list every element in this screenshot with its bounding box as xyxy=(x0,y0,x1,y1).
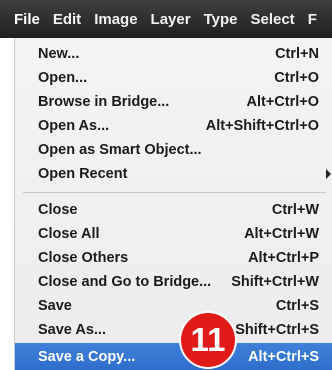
menu-item-open-as[interactable]: Open As... Alt+Shift+Ctrl+O xyxy=(15,114,332,138)
menu-file[interactable]: File xyxy=(14,11,40,28)
step-number-badge: 11 xyxy=(181,313,235,367)
menu-edit[interactable]: Edit xyxy=(53,11,81,28)
menu-item-label: Open as Smart Object... xyxy=(38,142,202,158)
menu-item-label: New... xyxy=(38,46,80,62)
menu-item-save[interactable]: Save Ctrl+S xyxy=(15,294,332,318)
menu-item-shortcut: Ctrl+O xyxy=(274,70,319,86)
menu-item-open-as-smart-object[interactable]: Open as Smart Object... xyxy=(15,138,332,162)
menu-item-save-a-copy[interactable]: Save a Copy... Alt+Ctrl+S xyxy=(15,343,332,370)
menu-bar: File Edit Image Layer Type Select F xyxy=(0,0,332,38)
menu-item-shortcut: Alt+Ctrl+W xyxy=(244,226,319,242)
menu-item-open[interactable]: Open... Ctrl+O xyxy=(15,66,332,90)
menu-item-label: Close and Go to Bridge... xyxy=(38,274,212,290)
menu-item-label: Close xyxy=(38,202,78,218)
menu-layer[interactable]: Layer xyxy=(151,11,191,28)
menu-item-new[interactable]: New... Ctrl+N xyxy=(15,42,332,66)
menu-separator xyxy=(23,192,326,193)
menu-item-save-as[interactable]: Save As... Shift+Ctrl+S xyxy=(15,318,332,342)
menu-item-shortcut: Shift+Ctrl+S xyxy=(235,322,319,338)
submenu-arrow-icon xyxy=(326,169,331,179)
menu-item-shortcut: Alt+Ctrl+O xyxy=(246,94,319,110)
file-menu-dropdown: New... Ctrl+N Open... Ctrl+O Browse in B… xyxy=(14,38,332,370)
menu-item-label: Close Others xyxy=(38,250,129,266)
menu-item-shortcut: Alt+Shift+Ctrl+O xyxy=(205,118,319,134)
menu-item-shortcut: Shift+Ctrl+W xyxy=(231,274,319,290)
menu-item-label: Browse in Bridge... xyxy=(38,94,170,110)
menu-item-browse-in-bridge[interactable]: Browse in Bridge... Alt+Ctrl+O xyxy=(15,90,332,114)
menu-item-label: Save xyxy=(38,298,72,314)
menu-item-label: Open... xyxy=(38,70,88,86)
menu-item-shortcut: Ctrl+S xyxy=(275,298,319,314)
menu-item-close[interactable]: Close Ctrl+W xyxy=(15,198,332,222)
menu-item-close-and-go-to-bridge[interactable]: Close and Go to Bridge... Shift+Ctrl+W xyxy=(15,270,332,294)
menu-item-label: Open As... xyxy=(38,118,110,134)
menu-item-close-all[interactable]: Close All Alt+Ctrl+W xyxy=(15,222,332,246)
menu-type[interactable]: Type xyxy=(204,11,238,28)
menu-item-open-recent[interactable]: Open Recent xyxy=(15,162,332,186)
menu-item-label: Close All xyxy=(38,226,100,242)
menu-item-shortcut: Alt+Ctrl+S xyxy=(248,348,319,365)
menu-item-close-others[interactable]: Close Others Alt+Ctrl+P xyxy=(15,246,332,270)
menu-image[interactable]: Image xyxy=(94,11,137,28)
menu-item-shortcut: Alt+Ctrl+P xyxy=(248,250,319,266)
menu-item-shortcut: Ctrl+W xyxy=(271,202,319,218)
menu-item-shortcut: Ctrl+N xyxy=(275,46,319,62)
menu-item-label: Open Recent xyxy=(38,166,128,182)
menu-filter[interactable]: F xyxy=(308,11,317,28)
menu-select[interactable]: Select xyxy=(250,11,294,28)
